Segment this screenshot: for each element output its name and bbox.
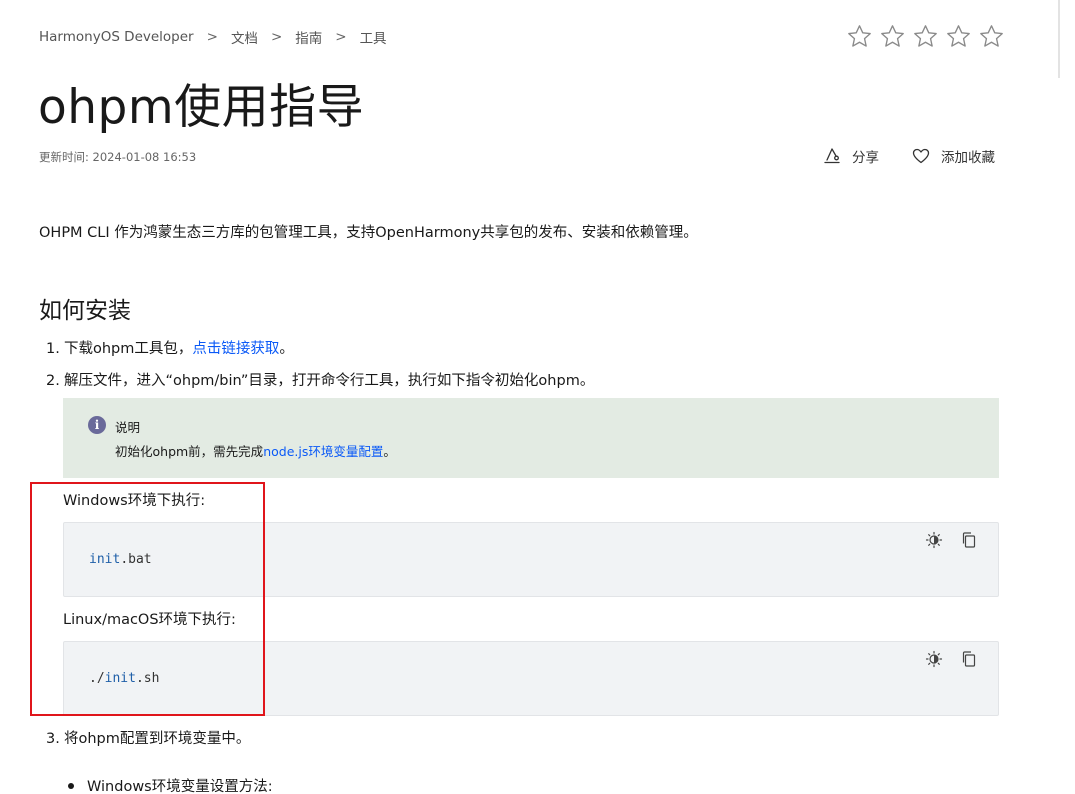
- code-rest: .sh: [135, 671, 160, 686]
- code-rest: .bat: [120, 552, 152, 567]
- code-toolbar: [925, 531, 978, 549]
- heart-icon: [912, 148, 930, 164]
- breadcrumb-separator: >: [335, 29, 347, 45]
- note-label: 说明: [115, 420, 141, 435]
- list-item: 2. 解压文件，进入“ohpm/bin”目录，打开命令行工具，执行如下指令初始化o…: [46, 369, 594, 390]
- code-line: init.bat: [89, 552, 152, 567]
- breadcrumb-separator: >: [206, 29, 218, 45]
- list-item: 3. 将ohpm配置到环境变量中。: [46, 727, 250, 748]
- step-suffix: 。: [279, 341, 294, 357]
- bullet-item: Windows环境变量设置方法:: [68, 775, 273, 794]
- theme-toggle-icon[interactable]: [925, 650, 943, 668]
- breadcrumb: HarmonyOS Developer > 文档 > 指南 > 工具: [39, 27, 387, 47]
- breadcrumb-separator: >: [270, 29, 283, 45]
- code-toolbar: [925, 650, 978, 668]
- intro-paragraph: OHPM CLI 作为鸿蒙生态三方库的包管理工具，支持OpenHarmony共享…: [39, 225, 698, 241]
- list-item: 1. 下载ohpm工具包，点击链接获取。: [46, 337, 294, 358]
- breadcrumb-item-docs[interactable]: 文档: [231, 27, 258, 47]
- favorite-button[interactable]: 添加收藏: [911, 146, 995, 166]
- star-icon[interactable]: [978, 23, 1005, 50]
- code-block-windows: init.bat: [63, 522, 999, 597]
- copy-icon[interactable]: [960, 650, 978, 668]
- breadcrumb-item-home[interactable]: HarmonyOS Developer: [39, 29, 194, 45]
- update-time: 更新时间: 2024-01-08 16:53: [39, 150, 197, 164]
- note-text: 初始化ohpm前，需先完成node.js环境变量配置。: [115, 441, 396, 460]
- code-keyword: init: [104, 671, 136, 686]
- favorite-label: 添加收藏: [941, 150, 995, 166]
- copy-icon[interactable]: [960, 531, 978, 549]
- theme-toggle-icon[interactable]: [925, 531, 943, 549]
- nodejs-config-link[interactable]: node.js环境变量配置: [263, 444, 383, 459]
- list-number: 1.: [46, 341, 60, 357]
- code-prefix: ./: [89, 671, 105, 686]
- windows-env-label: Windows环境下执行:: [63, 493, 206, 509]
- page-title: ohpm使用指导: [38, 80, 365, 135]
- article-actions: 分享 添加收藏: [822, 146, 995, 166]
- bullet-dot: [68, 782, 74, 789]
- star-icon[interactable]: [879, 23, 906, 50]
- note-text-body: 初始化ohpm前，需先完成: [115, 444, 264, 459]
- section-title: 如何安装: [39, 298, 131, 324]
- share-icon: [824, 148, 840, 164]
- code-line: ./init.sh: [89, 671, 159, 686]
- info-icon: i: [88, 416, 106, 434]
- step-text: 将ohpm配置到环境变量中。: [64, 731, 251, 747]
- star-icon[interactable]: [912, 23, 939, 50]
- bullet-text: Windows环境变量设置方法:: [87, 779, 273, 794]
- code-block-linux: ./init.sh: [63, 641, 999, 716]
- linux-env-label: Linux/macOS环境下执行:: [63, 612, 236, 628]
- list-number: 3.: [46, 731, 60, 747]
- scrollbar[interactable]: [1058, 0, 1060, 78]
- step-text: 解压文件，进入“ohpm/bin”目录，打开命令行工具，执行如下指令初始化ohp…: [64, 373, 595, 389]
- breadcrumb-item-guide[interactable]: 指南: [295, 27, 322, 47]
- note-box: i 说明 初始化ohpm前，需先完成node.js环境变量配置。: [63, 398, 999, 478]
- note-suffix: 。: [383, 444, 396, 459]
- star-icon[interactable]: [846, 23, 873, 50]
- breadcrumb-item-tools[interactable]: 工具: [360, 27, 387, 47]
- code-keyword: init: [89, 552, 121, 567]
- list-number: 2.: [46, 373, 60, 389]
- rating-stars: [846, 23, 1005, 50]
- download-link[interactable]: 点击链接获取: [192, 341, 279, 357]
- share-label: 分享: [852, 150, 879, 166]
- step-text: 下载ohpm工具包，: [64, 341, 193, 357]
- share-button[interactable]: 分享: [822, 146, 879, 166]
- star-icon[interactable]: [945, 23, 972, 50]
